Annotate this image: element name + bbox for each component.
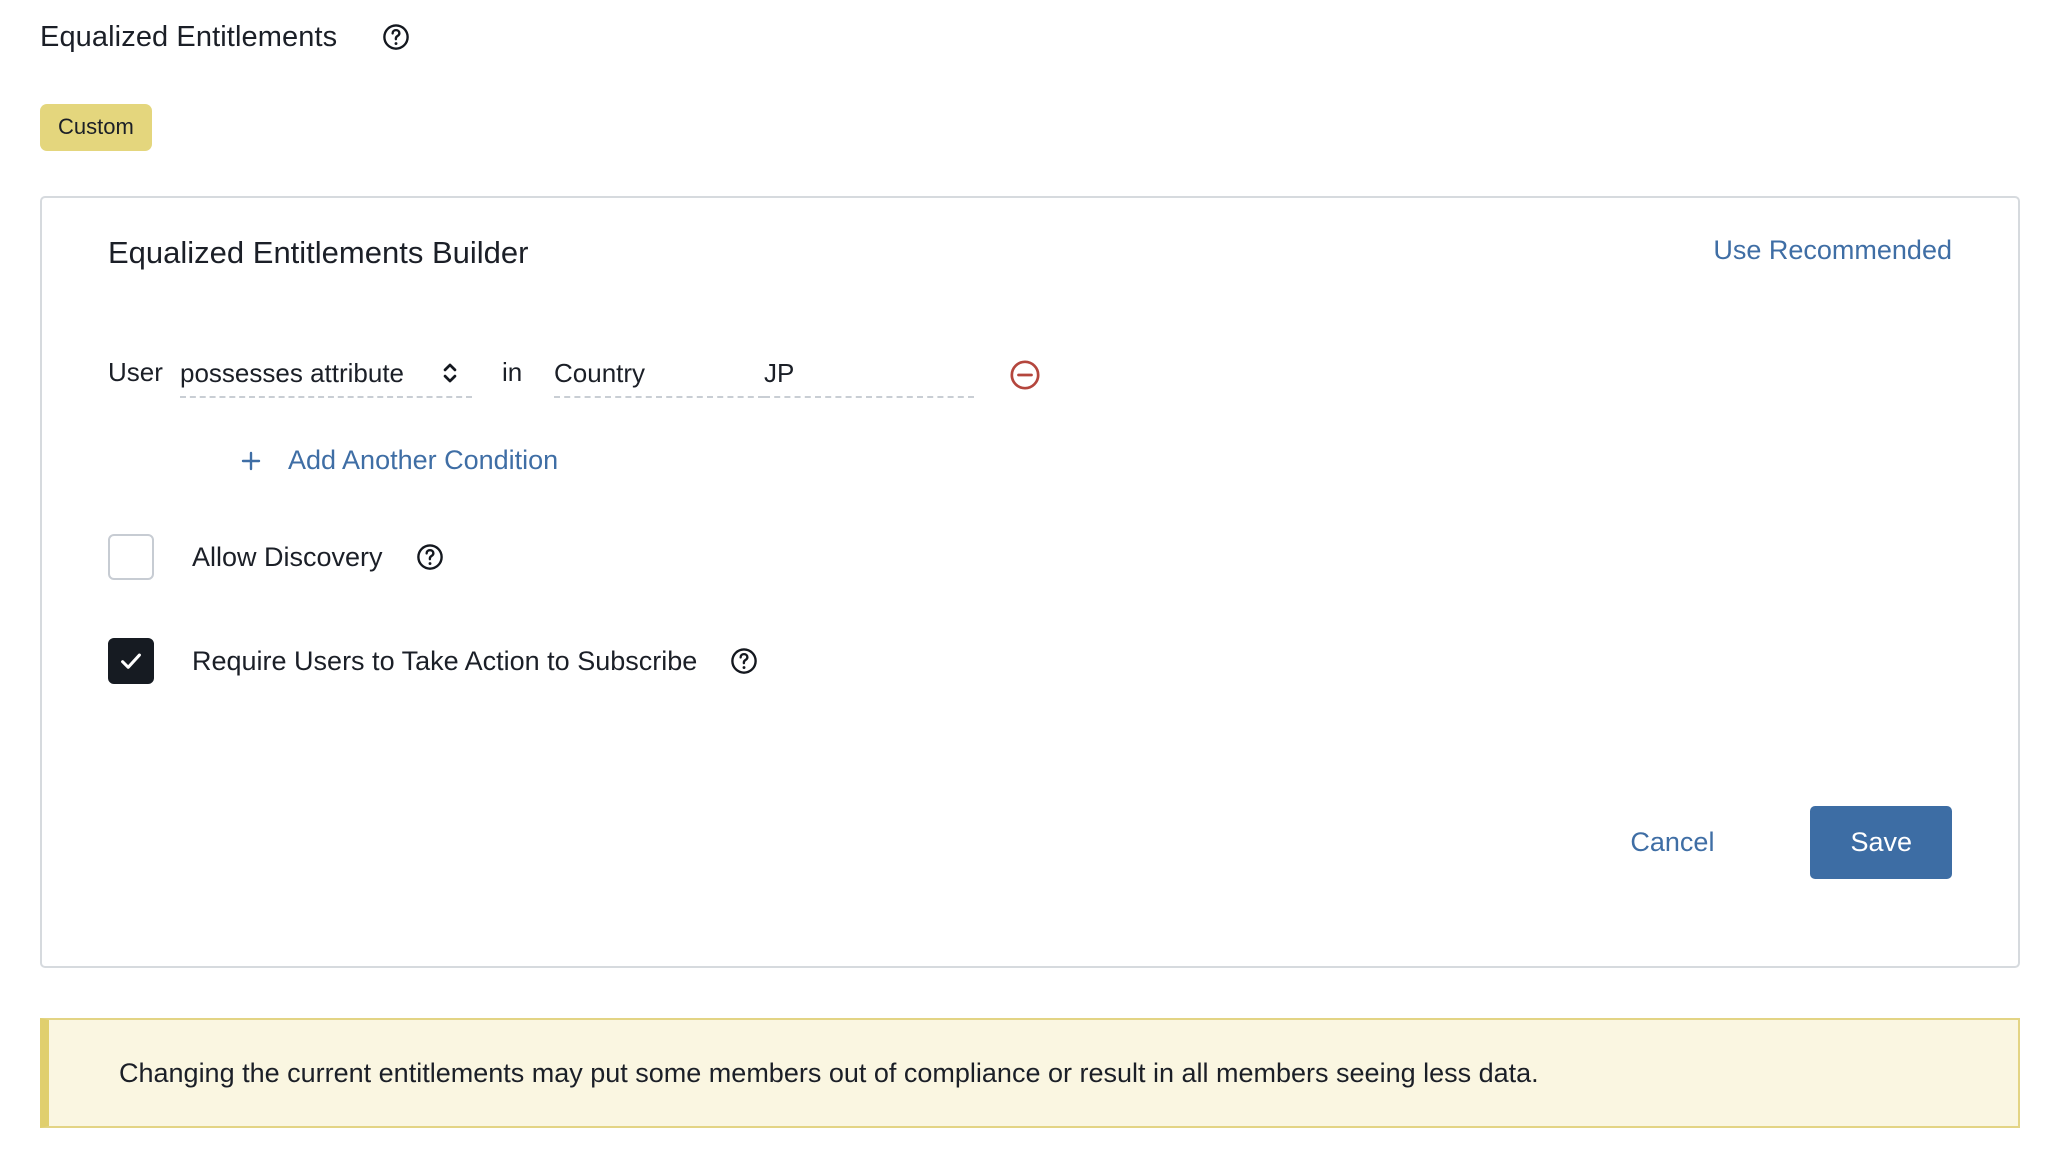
add-another-condition-button[interactable]: Add Another Condition [238,444,558,477]
require-action-label: Require Users to Take Action to Subscrib… [192,645,698,676]
condition-row: User possesses attribute in Country JP [108,352,1044,414]
minus-circle-icon[interactable] [1006,352,1044,398]
help-circle-icon[interactable] [381,22,411,52]
plus-icon [238,448,264,474]
condition-value-text: JP [764,358,795,388]
warning-banner: Changing the current entitlements may pu… [40,1018,2020,1128]
condition-subject-label: User [108,357,163,387]
help-circle-icon[interactable] [415,542,445,572]
page-title: Equalized Entitlements [40,21,338,53]
require-action-checkbox[interactable] [108,638,154,684]
card-title: Equalized Entitlements Builder [108,235,529,270]
condition-attribute-value: Country [554,358,646,388]
card-header: Equalized Entitlements Builder Use Recom… [108,234,1952,272]
condition-attribute-select[interactable]: Country [554,352,764,398]
allow-discovery-label: Allow Discovery [192,541,383,572]
warning-banner-message: Changing the current entitlements may pu… [119,1057,1539,1088]
chevron-up-down-icon [438,358,462,388]
save-button[interactable]: Save [1810,806,1952,879]
option-row-require-action: Require Users to Take Action to Subscrib… [108,638,759,684]
condition-predicate-select[interactable]: possesses attribute [180,352,472,398]
help-circle-icon[interactable] [729,646,759,676]
add-another-condition-label: Add Another Condition [288,445,559,475]
cancel-button[interactable]: Cancel [1630,826,1714,859]
use-recommended-link[interactable]: Use Recommended [1713,234,1952,267]
condition-value-select[interactable]: JP [764,352,974,398]
status-badge: Custom [40,104,152,151]
card-actions: Cancel Save [1152,806,1952,879]
condition-joiner-label: in [502,357,523,387]
option-row-allow-discovery: Allow Discovery [108,534,445,580]
allow-discovery-checkbox[interactable] [108,534,154,580]
condition-predicate-value: possesses attribute [180,358,405,388]
entitlements-builder-card: Equalized Entitlements Builder Use Recom… [40,196,2020,968]
page-header: Equalized Entitlements [40,20,411,54]
entitlements-page: Equalized Entitlements Custom Equalized … [0,0,2053,1156]
